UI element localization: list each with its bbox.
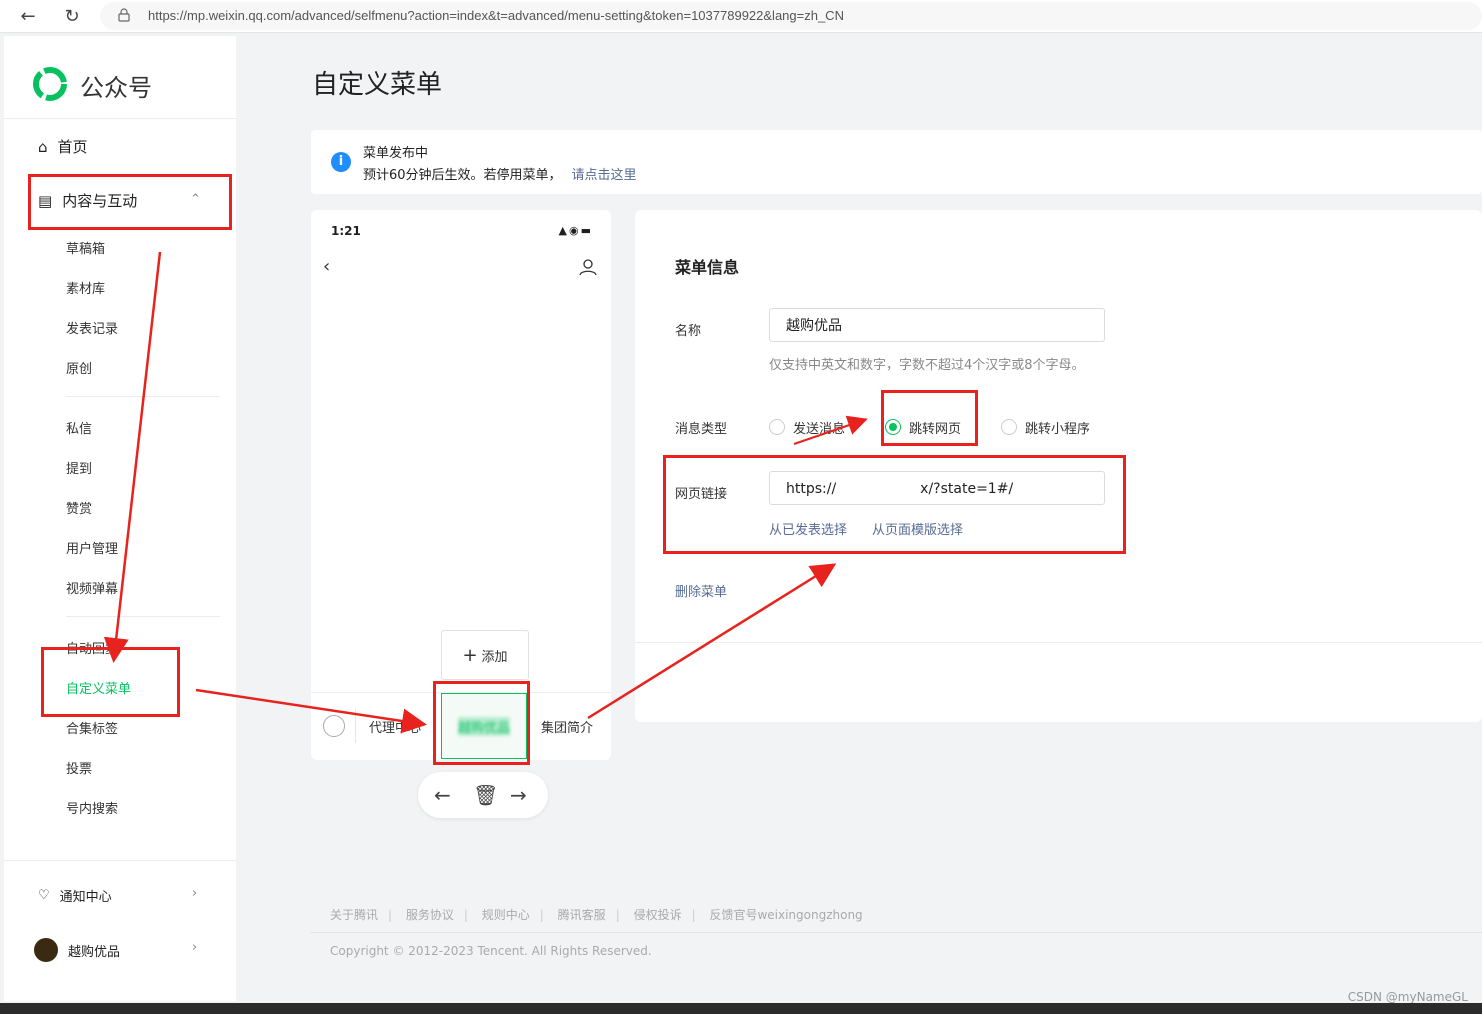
lock-icon — [118, 8, 130, 22]
signal-wifi-battery-icon: ▲◉▬ — [558, 224, 593, 237]
nav-account[interactable]: 越购优品 — [34, 938, 120, 962]
annotation-box-url-field — [663, 455, 1126, 554]
radio-send-message[interactable] — [769, 419, 785, 435]
footer-link[interactable]: 关于腾讯 — [330, 908, 378, 922]
account-name: 越购优品 — [68, 944, 121, 960]
chevron-right-icon[interactable]: › — [192, 886, 197, 901]
footer-link[interactable]: 反馈官号weixingongzhong — [709, 908, 862, 922]
menu-name-input[interactable]: 越购优品 — [769, 308, 1105, 342]
stop-menu-link[interactable]: 请点击这里 — [572, 168, 637, 183]
phone-time: 1:21 — [331, 224, 361, 238]
move-right-arrow-icon[interactable]: → — [510, 783, 527, 807]
move-left-arrow-icon[interactable]: ← — [434, 783, 451, 807]
nav-notifications-label: 通知中心 — [59, 890, 112, 905]
footer-link[interactable]: 腾讯客服 — [558, 908, 606, 922]
url-text[interactable]: https://mp.weixin.qq.com/advanced/selfme… — [148, 8, 844, 23]
reload-icon[interactable]: ↻ — [60, 4, 84, 28]
divider — [355, 709, 356, 743]
chevron-left-icon: ‹ — [323, 256, 331, 277]
sidebar-item-vote[interactable]: 投票 — [66, 758, 92, 777]
browser-toolbar: ← ↻ https://mp.weixin.qq.com/advanced/se… — [0, 0, 1482, 33]
annotation-box-menu-item — [433, 681, 530, 765]
add-submenu-button[interactable]: + 添加 — [441, 630, 529, 680]
page-title: 自定义菜单 — [312, 70, 443, 100]
user-icon — [579, 259, 597, 276]
sidebar-item-users[interactable]: 用户管理 — [66, 538, 118, 557]
radio-jump-miniprogram[interactable] — [1001, 419, 1017, 435]
sidebar-item-materials[interactable]: 素材库 — [66, 278, 105, 297]
keyboard-icon — [323, 715, 345, 737]
sidebar-item-mentions[interactable]: 提到 — [66, 458, 92, 477]
divider — [310, 932, 1482, 933]
notice-text: 预计60分钟后生效。若停用菜单， 请点击这里 — [363, 164, 637, 183]
trash-icon[interactable]: 🗑 — [473, 783, 498, 807]
add-label: 添加 — [481, 649, 508, 665]
divider — [4, 860, 236, 861]
sidebar-item-publish-records[interactable]: 发表记录 — [66, 318, 118, 337]
sidebar-item-rewards[interactable]: 赞赏 — [66, 498, 92, 517]
sidebar-item-original[interactable]: 原创 — [66, 358, 92, 377]
divider — [66, 616, 220, 617]
sidebar-item-messages[interactable]: 私信 — [66, 418, 92, 437]
menu-controls: ← 🗑 → — [418, 772, 548, 818]
brand-name: 公众号 — [80, 74, 152, 102]
watermark: CSDN @myNameGL — [1347, 990, 1468, 1004]
footer-link[interactable]: 侵权投诉 — [634, 908, 682, 922]
sidebar-item-video-danmaku[interactable]: 视频弹幕 — [66, 578, 118, 597]
annotation-box-custom-menu — [41, 647, 180, 717]
name-label: 名称 — [675, 324, 702, 339]
name-hint: 仅支持中英文和数字，字数不超过4个汉字或8个字母。 — [769, 358, 1085, 373]
home-icon: ⌂ — [38, 137, 48, 156]
sidebar-item-drafts[interactable]: 草稿箱 — [66, 238, 105, 257]
notice-title: 菜单发布中 — [363, 146, 429, 161]
delete-menu-link[interactable]: 删除菜单 — [675, 581, 727, 600]
back-arrow-icon[interactable]: ← — [16, 4, 40, 28]
divider — [66, 396, 220, 397]
divider — [4, 118, 236, 119]
publish-notice: i 菜单发布中 预计60分钟后生效。若停用菜单， 请点击这里 — [311, 130, 1482, 194]
message-type-label: 消息类型 — [675, 422, 728, 437]
footer-links: 关于腾讯 | 服务协议 | 规则中心 | 腾讯客服 | 侵权投诉 | 反馈官号weixin… — [330, 908, 863, 922]
sidebar-item-search[interactable]: 号内搜索 — [66, 798, 118, 817]
wechat-official-logo-icon — [33, 67, 67, 101]
radio-jump-miniprogram-label[interactable]: 跳转小程序 — [1025, 418, 1090, 437]
panel-title: 菜单信息 — [675, 258, 740, 277]
menu-item-group-intro[interactable]: 集团简介 — [541, 717, 593, 736]
divider — [635, 642, 1482, 643]
plus-icon: + — [462, 644, 478, 666]
nav-home[interactable]: ⌂ 首页 — [38, 136, 88, 157]
nav-notifications[interactable]: ♡ 通知中心 — [38, 886, 112, 905]
avatar — [34, 938, 58, 962]
annotation-box-jump-webpage — [881, 390, 978, 446]
copyright: Copyright © 2012-2023 Tencent. All Right… — [330, 944, 652, 958]
sidebar-item-collections[interactable]: 合集标签 — [66, 718, 118, 737]
notice-message: 预计60分钟后生效。若停用菜单， — [363, 168, 562, 183]
info-icon: i — [331, 152, 351, 172]
phone-preview: 1:21 ▲◉▬ ‹ + 添加 代理中心 越购优品 集团简介 — [311, 210, 611, 760]
chevron-right-icon[interactable]: › — [192, 940, 197, 955]
footer-link[interactable]: 服务协议 — [406, 908, 454, 922]
taskbar — [0, 1003, 1482, 1014]
bell-icon: ♡ — [38, 888, 50, 903]
menu-item-agent-center[interactable]: 代理中心 — [369, 717, 421, 736]
radio-send-message-label[interactable]: 发送消息 — [793, 418, 845, 437]
nav-home-label: 首页 — [57, 138, 88, 156]
footer-link[interactable]: 规则中心 — [482, 908, 530, 922]
annotation-box-content — [28, 174, 232, 230]
